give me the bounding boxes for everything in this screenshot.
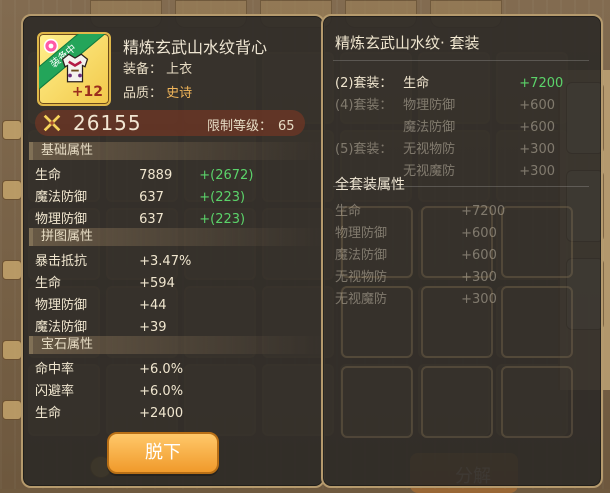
bg-left-icon [2,260,22,280]
enhance-level: +12 [71,84,103,100]
attr-base: 637 [139,190,164,205]
item-detail-panel: 装备中 +12 精炼玄武山水纹背心 装备： 上衣 品质： 史诗 26155 限制… [21,14,325,488]
equip-value: 上衣 [166,62,193,77]
set-attr-name: 无视魔防 [403,164,456,179]
set-attr-name: 物理防御 [403,98,456,113]
quality-label: 品质： [123,86,163,101]
attr-label: 命中率 [35,362,75,377]
set-attr-name: 无视物防 [403,142,456,157]
bg-dim-cell [421,286,493,358]
level-limit: 限制等级： 65 [201,115,295,134]
attr-label: 生命 [35,168,62,183]
quality-value: 史诗 [166,86,193,101]
bg-left-icon [2,120,22,140]
attr-bonus: +(223) [199,190,246,205]
gem-attr-row: 生命 +2400 [35,402,183,421]
bg-dim-cell [421,206,493,278]
set-tier: (4)套装： [335,98,393,113]
set-title: 精炼玄武山水纹· 套装 [335,34,480,52]
bg-dim-cell [341,366,413,438]
gem-attr-row: 命中率 +6.0% [35,358,183,377]
equip-label: 装备： [123,62,163,77]
attr-label: 暴击抵抗 [35,254,88,269]
base-attr-row: 物理防御 637 +(223) [35,208,245,227]
attr-value: +3.47% [139,254,192,269]
section-puzzle-attributes: 拼图属性 [29,228,323,246]
set-attr-name: 魔法防御 [403,120,456,135]
attr-label: 物理防御 [35,298,88,313]
attr-bonus: +(223) [199,212,246,227]
set-attr-name: 生命 [403,76,430,91]
attr-value: +6.0% [139,362,184,377]
set-tier: (2)套装： [335,76,393,91]
attr-label: 魔法防御 [35,190,88,205]
equip-row: 装备： 上衣 [123,58,192,77]
bg-left-icon [2,180,22,200]
crossed-swords-icon [43,114,61,132]
attr-value: +44 [139,298,167,313]
set-bonus-panel: 精炼玄武山水纹· 套装 (2)套装： 生命 +7200 (4)套装： 物理防御 … [321,14,603,488]
bg-dim-cell [341,286,413,358]
combat-power: 26155 [73,111,142,135]
quality-row: 品质： 史诗 [123,82,192,101]
bg-dim-grid [341,206,587,466]
section-gem-attributes: 宝石属性 [29,336,323,354]
attr-label: 生命 [35,406,62,421]
section-base-attributes: 基础属性 [29,142,323,160]
gem-attr-row: 闪避率 +6.0% [35,380,183,399]
divider [333,60,589,61]
puzzle-attr-row: 物理防御 +44 [35,294,167,313]
attr-value: +39 [139,320,167,335]
bg-dim-cell [501,366,573,438]
bg-dim-cell [501,206,573,278]
item-slot[interactable]: 装备中 +12 [37,32,111,106]
base-attr-row: 生命 7889 +(2672) [35,164,253,183]
attr-label: 物理防御 [35,212,88,227]
vest-icon [61,53,89,83]
bg-left-icon [2,340,22,360]
full-set-title: 全套装属性 [335,177,405,193]
attr-label: 闪避率 [35,384,75,399]
set-line: (4)套装： 物理防御 +600 [335,94,579,113]
set-attr-value: +600 [519,120,555,135]
attr-base: 7889 [139,168,173,183]
attr-base: 637 [139,212,164,227]
attr-bonus: +(2672) [199,168,254,183]
set-attr-value: +600 [519,98,555,113]
takeoff-button[interactable]: 脱下 [107,432,219,474]
bg-left-icon [2,400,22,420]
bg-dim-cell [421,366,493,438]
set-line: (5)套装： 无视物防 +300 [335,138,579,157]
attr-label: 魔法防御 [35,320,88,335]
attr-label: 生命 [35,276,62,291]
set-tier: (5)套装： [335,142,393,157]
puzzle-attr-row: 魔法防御 +39 [35,316,167,335]
level-limit-value: 65 [278,119,295,134]
level-limit-label: 限制等级： [207,119,273,134]
item-name: 精炼玄武山水纹背心 [123,38,268,57]
set-line: 魔法防御 +600 [335,116,579,135]
set-attr-value: +7200 [519,76,564,91]
puzzle-attr-row: 暴击抵抗 +3.47% [35,250,191,269]
set-attr-value: +300 [519,142,555,157]
puzzle-attr-row: 生命 +594 [35,272,175,291]
attr-value: +594 [139,276,175,291]
set-line: (2)套装： 生命 +7200 [335,72,579,91]
bg-dim-cell [501,286,573,358]
set-attr-value: +300 [519,164,555,179]
bg-dim-cell [341,206,413,278]
base-attr-row: 魔法防御 637 +(223) [35,186,245,205]
attr-value: +6.0% [139,384,184,399]
attr-value: +2400 [139,406,184,421]
